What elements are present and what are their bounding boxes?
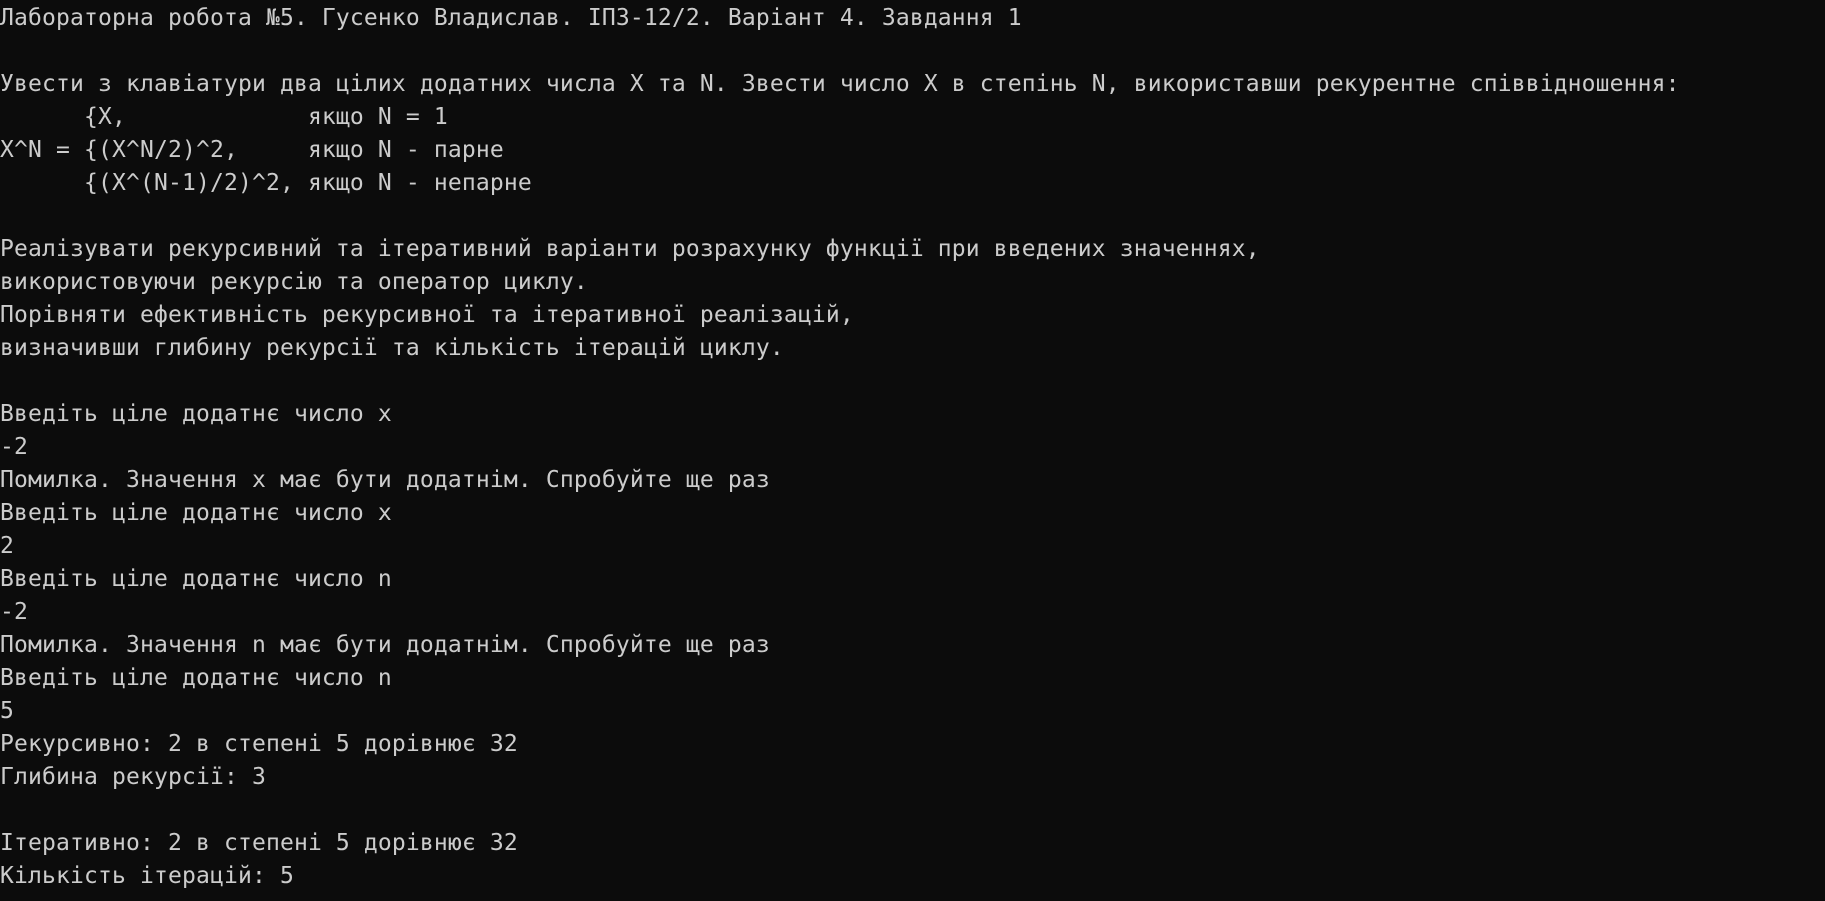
user-input: 2 bbox=[0, 533, 14, 559]
iterative-result: Ітеративно: 2 в степені 5 дорівнює 32 bbox=[0, 830, 518, 856]
user-input: -2 bbox=[0, 599, 28, 625]
input-prompt: Введіть ціле додатнє число x bbox=[0, 500, 392, 526]
input-prompt: Введіть ціле додатнє число n bbox=[0, 665, 392, 691]
task-description-line: використовуючи рекурсію та оператор цикл… bbox=[0, 269, 588, 295]
recursive-result: Рекурсивно: 2 в степені 5 дорівнює 32 bbox=[0, 731, 518, 757]
console-window[interactable]: Лабораторна робота №5. Гусенко Владислав… bbox=[0, 0, 1825, 901]
user-input: 5 bbox=[0, 698, 14, 724]
user-input: -2 bbox=[0, 434, 28, 460]
input-prompt: Введіть ціле додатнє число n bbox=[0, 566, 392, 592]
program-title: Лабораторна робота №5. Гусенко Владислав… bbox=[0, 5, 1022, 31]
iteration-count: Кількість ітерацій: 5 bbox=[0, 863, 294, 889]
task-description-line: Порівняти ефективність рекурсивної та іт… bbox=[0, 302, 854, 328]
task-description-line: Реалізувати рекурсивний та ітеративний в… bbox=[0, 236, 1260, 262]
task-description-line: визначивши глибину рекурсії та кількість… bbox=[0, 335, 784, 361]
formula-line: X^N = {(X^N/2)^2, якщо N - парне bbox=[0, 137, 504, 163]
formula-line: {X, якщо N = 1 bbox=[0, 104, 448, 130]
recursion-depth: Глибина рекурсії: 3 bbox=[0, 764, 266, 790]
error-message: Помилка. Значення n має бути додатнім. С… bbox=[0, 632, 770, 658]
input-prompt: Введіть ціле додатнє число x bbox=[0, 401, 392, 427]
error-message: Помилка. Значення x має бути додатнім. С… bbox=[0, 467, 770, 493]
task-description-line: Увести з клавіатури два цілих додатних ч… bbox=[0, 71, 1680, 97]
formula-line: {(X^(N-1)/2)^2, якщо N - непарне bbox=[0, 170, 532, 196]
